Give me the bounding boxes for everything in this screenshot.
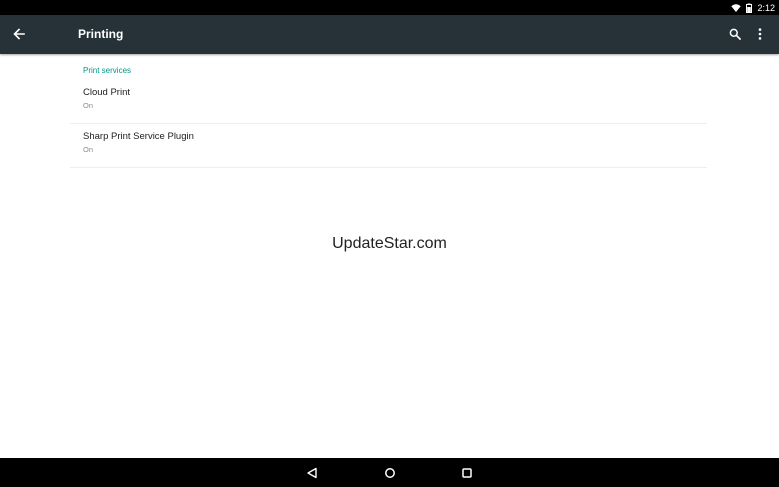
watermark: UpdateStar.com bbox=[332, 235, 447, 252]
battery-icon bbox=[746, 3, 753, 13]
nav-back-icon bbox=[307, 467, 317, 479]
nav-home-icon bbox=[385, 468, 395, 478]
status-bar: 2:12 bbox=[0, 0, 779, 15]
page-title: Printing bbox=[78, 27, 124, 41]
settings-content: Print services Cloud Print On Sharp Prin… bbox=[0, 54, 779, 458]
more-vert-icon bbox=[758, 28, 762, 40]
list-item-title: Sharp Print Service Plugin bbox=[83, 131, 194, 142]
nav-recents-icon bbox=[462, 468, 472, 478]
list-item-summary: On bbox=[83, 145, 94, 154]
wifi-icon bbox=[731, 3, 742, 12]
list-item-summary: On bbox=[83, 101, 94, 110]
status-icons: 2:12 bbox=[731, 0, 775, 15]
status-time: 2:12 bbox=[757, 2, 775, 13]
nav-back-button[interactable] bbox=[302, 463, 322, 483]
search-button[interactable] bbox=[726, 24, 744, 44]
nav-home-button[interactable] bbox=[380, 463, 400, 483]
section-header-print-services: Print services bbox=[83, 66, 132, 75]
navigation-bar bbox=[0, 458, 779, 487]
list-item-title: Cloud Print bbox=[83, 87, 130, 98]
toolbar: Printing bbox=[0, 15, 779, 54]
more-options-button[interactable] bbox=[752, 24, 768, 44]
list-item-cloud-print[interactable]: Cloud Print On bbox=[70, 80, 707, 124]
list-item-sharp-print-service-plugin[interactable]: Sharp Print Service Plugin On bbox=[70, 124, 707, 168]
arrow-back-icon bbox=[13, 28, 25, 40]
nav-recents-button[interactable] bbox=[457, 463, 477, 483]
search-icon bbox=[729, 28, 741, 40]
back-button[interactable] bbox=[9, 24, 29, 44]
